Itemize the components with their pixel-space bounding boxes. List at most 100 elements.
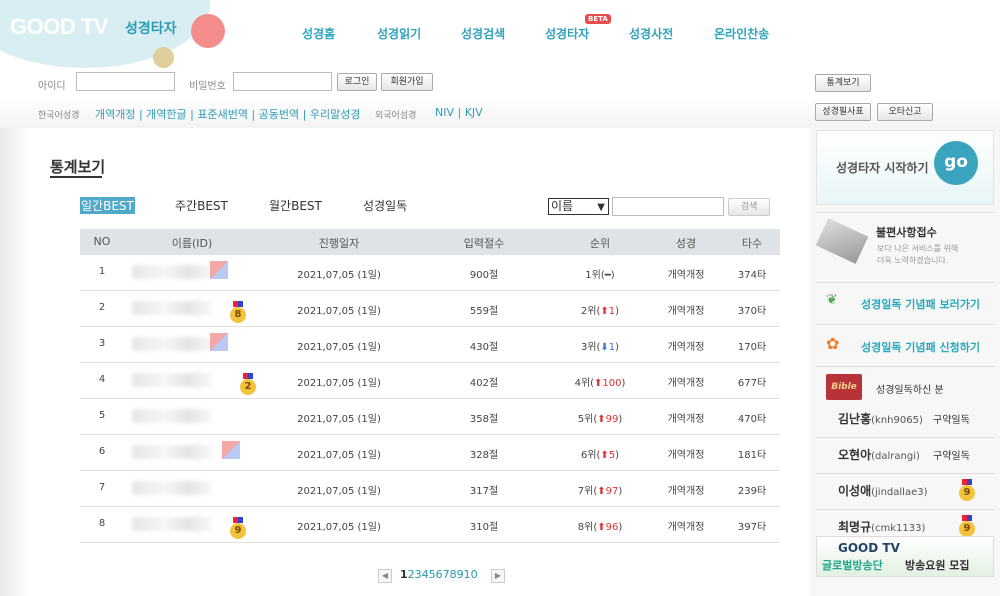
page-title: 통계보기 — [50, 158, 106, 176]
user-name-blurred[interactable] — [132, 337, 212, 351]
nav-bible-read[interactable]: 성경읽기 — [377, 25, 421, 42]
page-links[interactable]: 2345678910 — [408, 568, 478, 581]
table-row: 4 2021,07,05 (1일) 402절 개역개정 677타 2 4위(⬆100) — [80, 363, 780, 399]
col-no: NO — [93, 235, 111, 248]
table-row: 1 2021,07,05 (1일) 900절 개역개정 374타 1위(━) — [80, 255, 780, 291]
search-input[interactable] — [612, 197, 724, 216]
table-row: 3 2021,07,05 (1일) 430절 개역개정 170타 3위(⬇1) — [80, 327, 780, 363]
complaint-title[interactable]: 불편사항접수 — [876, 224, 937, 240]
sprout-icon: ❦ — [826, 292, 838, 308]
current-page[interactable]: 1 — [400, 568, 408, 581]
user-name-blurred[interactable] — [132, 373, 212, 387]
col-verses: 입력절수 — [463, 237, 505, 250]
prev-page-button[interactable]: ◀ — [378, 569, 392, 583]
rank-change: ⬆1 — [600, 306, 616, 317]
row-rank: 7위(⬆97) — [578, 482, 622, 497]
certificate-button[interactable]: 성경필사표 — [815, 103, 871, 121]
rank-end: ) — [610, 270, 615, 281]
row-rank: 3위(⬇1) — [581, 338, 619, 353]
medal-icon: 8 — [230, 301, 246, 323]
medal-icon: 9 — [230, 517, 246, 539]
divider — [816, 366, 994, 367]
nav-online-hymn[interactable]: 온라인찬송 — [714, 25, 769, 42]
user-name-blurred[interactable] — [132, 301, 212, 315]
search-field-select[interactable]: 이름 ▼ — [548, 198, 609, 215]
table-row: 8 2021,07,05 (1일) 310절 개역개정 397타 9 8위(⬆96) — [80, 507, 780, 543]
nav-bible-dictionary[interactable]: 성경사전 — [629, 25, 673, 42]
col-hits: 타수 — [741, 237, 763, 250]
col-rank: 순위 — [589, 237, 611, 250]
medal-icon: 2 — [240, 373, 256, 395]
reader-name[interactable]: 김난홍(knh9065) — [838, 410, 923, 427]
row-bible: 개역개정 — [667, 270, 705, 281]
user-name-blurred[interactable] — [132, 445, 212, 459]
user-level-icon — [222, 441, 240, 459]
korean-bible-links[interactable]: 개역개정 | 개역한글 | 표준새번역 | 공동번역 | 우리말성경 — [95, 106, 360, 122]
password-input[interactable] — [233, 72, 332, 91]
rank-change: ⬆97 — [597, 486, 619, 497]
row-hits: 239타 — [737, 486, 767, 497]
foreign-bible-links[interactable]: NIV | KJV — [435, 106, 483, 119]
table-row: 6 2021,07,05 (1일) 328절 개역개정 181타 6위(⬆5) — [80, 435, 780, 471]
table-row: 5 2021,07,05 (1일) 358절 개역개정 470타 5위(⬆99) — [80, 399, 780, 435]
search-button[interactable]: 검색 — [728, 198, 770, 216]
row-rank: 2위(⬆1) — [581, 302, 619, 317]
nav-bible-typing[interactable]: 성경타자 — [545, 25, 589, 42]
rank-end: ) — [615, 306, 620, 317]
user-name-blurred[interactable] — [132, 517, 212, 531]
reader-id: (cmk1133) — [871, 523, 926, 534]
rank-value: 4위( — [574, 378, 595, 389]
reader-name[interactable]: 최명규(cmk1133) — [838, 518, 925, 535]
ranking-table: NO 이름(ID) 진행일자 입력절수 순위 성경 타수 1 2021,07,05… — [80, 229, 780, 543]
tab-bible-readthrough[interactable]: 성경일독 — [363, 197, 407, 214]
rank-change: ⬆5 — [600, 450, 616, 461]
row-date: 2021,07,05 (1일) — [297, 378, 381, 389]
login-button[interactable]: 로그인 — [337, 73, 377, 91]
id-input[interactable] — [76, 72, 175, 91]
rank-end: ) — [615, 342, 620, 353]
logo[interactable]: GOOD TV — [10, 14, 108, 40]
pager: 12345678910 — [400, 568, 478, 581]
tab-weekly-best[interactable]: 주간BEST — [175, 197, 228, 214]
row-date: 2021,07,05 (1일) — [297, 450, 381, 461]
row-hits: 181타 — [737, 450, 767, 461]
nav-bible-search[interactable]: 성경검색 — [461, 25, 505, 42]
row-verses: 310절 — [469, 522, 499, 533]
join-button[interactable]: 회원가입 — [381, 73, 433, 91]
go-icon[interactable]: go — [934, 141, 978, 185]
rank-end: ) — [615, 450, 620, 461]
banner-brand: GOOD TV — [838, 541, 900, 555]
reader-name[interactable]: 오현아(dalrangi) — [838, 446, 920, 463]
korean-bible-label: 한국어성경 — [38, 111, 80, 121]
row-bible: 개역개정 — [667, 486, 705, 497]
user-name-blurred[interactable] — [132, 265, 212, 279]
plaque-view-link[interactable]: 성경일독 기념패 보러가기 — [861, 296, 980, 312]
chevron-left-icon: ◀ — [381, 571, 389, 580]
rank-value: 6위( — [580, 450, 601, 461]
nav-bible-home[interactable]: 성경홈 — [302, 25, 335, 42]
stats-button[interactable]: 통계보기 — [815, 74, 871, 92]
rank-value: 5위( — [577, 414, 598, 425]
reader-note: 구약일독 — [933, 415, 970, 426]
foreign-bible-label: 외국어성경 — [375, 111, 417, 121]
start-typing-label[interactable]: 성경타자 시작하기 — [836, 159, 929, 176]
row-bible: 개역개정 — [667, 450, 705, 461]
reader-name-text: 최명규 — [838, 520, 872, 534]
reader-name[interactable]: 이성애(jindallae3) — [838, 482, 928, 499]
select-value: 이름 — [551, 199, 574, 213]
row-date: 2021,07,05 (1일) — [297, 270, 381, 281]
decor-circle — [153, 47, 174, 68]
row-hits: 370타 — [737, 306, 767, 317]
tab-monthly-best[interactable]: 월간BEST — [269, 197, 322, 214]
user-name-blurred[interactable] — [132, 481, 212, 495]
divider — [816, 212, 994, 213]
typo-report-button[interactable]: 오타신고 — [877, 103, 933, 121]
row-no: 1 — [98, 266, 106, 277]
service-title[interactable]: 성경타자 — [125, 18, 177, 38]
row-no: 4 — [98, 374, 106, 385]
tab-daily-best[interactable]: 일간BEST — [80, 197, 135, 214]
plaque-apply-link[interactable]: 성경일독 기념패 신청하기 — [861, 339, 980, 355]
user-name-blurred[interactable] — [132, 409, 212, 423]
next-page-button[interactable]: ▶ — [491, 569, 505, 583]
reader-name-text: 김난홍 — [838, 412, 872, 426]
